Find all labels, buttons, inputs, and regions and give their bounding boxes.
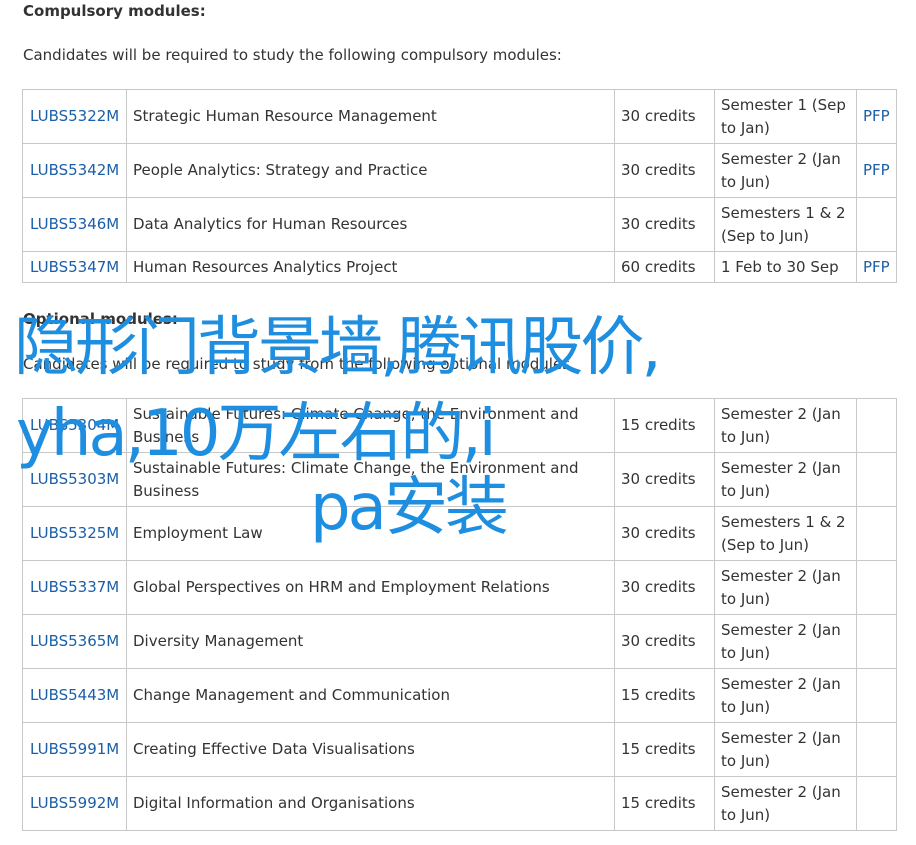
module-credits: 30 credits (614, 143, 715, 198)
module-code-link[interactable]: LUBS5322M (30, 107, 119, 125)
module-code-link[interactable]: LUBS5304M (30, 416, 119, 434)
pfp-cell (856, 560, 897, 615)
compulsory-modules-table: LUBS5322M Strategic Human Resource Manag… (22, 89, 897, 283)
module-title: Sustainable Futures: Climate Change, the… (126, 452, 615, 507)
module-semester: Semesters 1 & 2 (Sep to Jun) (714, 197, 857, 252)
module-credits: 15 credits (614, 668, 715, 723)
table-row: LUBS5322M Strategic Human Resource Manag… (22, 89, 897, 144)
table-row: LUBS5303M Sustainable Futures: Climate C… (22, 452, 897, 507)
module-code-link[interactable]: LUBS5347M (30, 258, 119, 276)
table-row: LUBS5325M Employment Law 30 credits Seme… (22, 506, 897, 561)
module-semester: Semester 2 (Jan to Jun) (714, 722, 857, 777)
module-code-link[interactable]: LUBS5991M (30, 740, 119, 758)
module-title: Sustainable Futures: Climate Change, the… (126, 398, 615, 453)
pfp-cell (856, 197, 897, 252)
module-title: Data Analytics for Human Resources (126, 197, 615, 252)
table-row: LUBS5347M Human Resources Analytics Proj… (22, 251, 897, 283)
module-title: Strategic Human Resource Management (126, 89, 615, 144)
compulsory-heading: Compulsory modules: (23, 2, 206, 20)
module-title: People Analytics: Strategy and Practice (126, 143, 615, 198)
module-semester: Semester 1 (Sep to Jan) (714, 89, 857, 144)
module-code-link[interactable]: LUBS5337M (30, 578, 119, 596)
module-title: Human Resources Analytics Project (126, 251, 615, 283)
module-title: Digital Information and Organisations (126, 776, 615, 831)
module-credits: 30 credits (614, 560, 715, 615)
module-code-link[interactable]: LUBS5365M (30, 632, 119, 650)
table-row: LUBS5342M People Analytics: Strategy and… (22, 143, 897, 198)
module-title: Creating Effective Data Visualisations (126, 722, 615, 777)
optional-intro: Candidates will be required to study fro… (23, 355, 570, 373)
module-title: Diversity Management (126, 614, 615, 669)
module-credits: 30 credits (614, 506, 715, 561)
module-credits: 30 credits (614, 197, 715, 252)
table-row: LUBS5365M Diversity Management 30 credit… (22, 614, 897, 669)
module-credits: 15 credits (614, 398, 715, 453)
module-code-link[interactable]: LUBS5325M (30, 524, 119, 542)
optional-heading: Optional modules: (23, 310, 178, 328)
module-credits: 60 credits (614, 251, 715, 283)
table-row: LUBS5337M Global Perspectives on HRM and… (22, 560, 897, 615)
pfp-cell (856, 668, 897, 723)
module-semester: 1 Feb to 30 Sep (714, 251, 857, 283)
module-semester: Semester 2 (Jan to Jun) (714, 143, 857, 198)
pfp-link[interactable]: PFP (863, 161, 890, 179)
module-semester: Semester 2 (Jan to Jun) (714, 452, 857, 507)
optional-modules-table: LUBS5304M Sustainable Futures: Climate C… (22, 398, 897, 831)
pfp-cell (856, 614, 897, 669)
pfp-cell (856, 398, 897, 453)
module-credits: 15 credits (614, 776, 715, 831)
module-code-link[interactable]: LUBS5342M (30, 161, 119, 179)
table-row: LUBS5992M Digital Information and Organi… (22, 776, 897, 831)
table-row: LUBS5346M Data Analytics for Human Resou… (22, 197, 897, 252)
module-semester: Semesters 1 & 2 (Sep to Jun) (714, 506, 857, 561)
module-title: Employment Law (126, 506, 615, 561)
module-code-link[interactable]: LUBS5992M (30, 794, 119, 812)
pfp-cell (856, 776, 897, 831)
pfp-cell (856, 506, 897, 561)
pfp-link[interactable]: PFP (863, 258, 890, 276)
module-credits: 30 credits (614, 452, 715, 507)
module-credits: 30 credits (614, 89, 715, 144)
module-credits: 15 credits (614, 722, 715, 777)
module-semester: Semester 2 (Jan to Jun) (714, 668, 857, 723)
module-semester: Semester 2 (Jan to Jun) (714, 614, 857, 669)
module-semester: Semester 2 (Jan to Jun) (714, 560, 857, 615)
module-code-link[interactable]: LUBS5443M (30, 686, 119, 704)
module-semester: Semester 2 (Jan to Jun) (714, 398, 857, 453)
module-code-link[interactable]: LUBS5346M (30, 215, 119, 233)
pfp-cell (856, 452, 897, 507)
module-credits: 30 credits (614, 614, 715, 669)
table-row: LUBS5304M Sustainable Futures: Climate C… (22, 398, 897, 453)
compulsory-intro: Candidates will be required to study the… (23, 46, 562, 64)
table-row: LUBS5991M Creating Effective Data Visual… (22, 722, 897, 777)
pfp-link[interactable]: PFP (863, 107, 890, 125)
module-title: Change Management and Communication (126, 668, 615, 723)
module-semester: Semester 2 (Jan to Jun) (714, 776, 857, 831)
module-title: Global Perspectives on HRM and Employmen… (126, 560, 615, 615)
pfp-cell (856, 722, 897, 777)
module-code-link[interactable]: LUBS5303M (30, 470, 119, 488)
table-row: LUBS5443M Change Management and Communic… (22, 668, 897, 723)
